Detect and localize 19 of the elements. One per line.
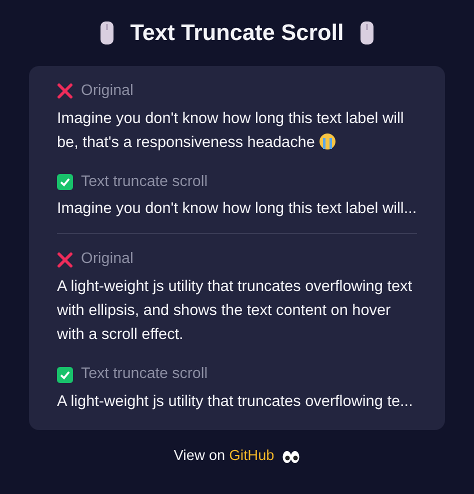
section-label: Text truncate scroll	[81, 172, 208, 192]
section-label: Original	[81, 249, 134, 270]
footer-text: View on	[174, 448, 226, 464]
cross-icon	[57, 252, 73, 268]
mouse-icon	[360, 20, 374, 45]
check-icon	[57, 174, 73, 190]
emoji-icon	[319, 132, 336, 150]
cross-icon	[57, 83, 73, 100]
sample-text: A light-weight js utility that truncates overflowing text with ellipsis, and shows the text content on hover with a scroll effect.	[57, 277, 414, 346]
sample-text: Imagine you don't know how long this text label will be, that's a responsiveness headache	[57, 108, 405, 153]
mouse-icon	[100, 20, 114, 45]
eyes-icon	[282, 450, 300, 464]
check-icon	[57, 366, 73, 383]
section-label: Text truncate scroll	[81, 364, 208, 384]
sample-text: A light-weight js utility that truncates overflowing te...	[57, 392, 413, 412]
page-title: Text Truncate Scroll	[130, 19, 344, 47]
sample-text: Imagine you don't know how long this text label will...	[57, 199, 417, 220]
github-link[interactable]: GitHub	[229, 448, 274, 464]
section-label: Original	[81, 80, 134, 101]
